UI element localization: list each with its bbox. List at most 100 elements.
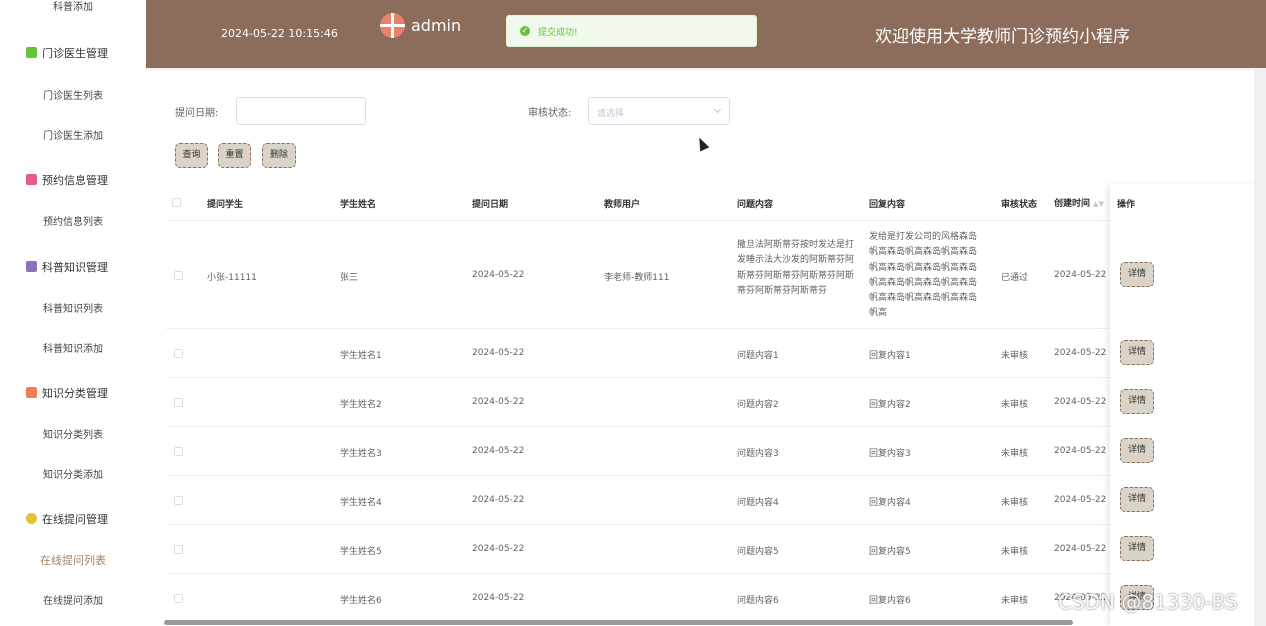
- cell-status: 未审核: [1001, 498, 1029, 508]
- col-header-teacher: 教师用户: [604, 200, 641, 210]
- col-header-operation: 操作: [1117, 200, 1136, 210]
- cell-reply: 回复内容1: [869, 351, 911, 361]
- cell-status: 未审核: [1001, 449, 1029, 459]
- row-checkbox[interactable]: [174, 271, 183, 280]
- date-filter-input[interactable]: [236, 97, 366, 125]
- cell-teacher: 李老师-教师111: [604, 273, 670, 283]
- cell-question: 问题内容5: [737, 547, 779, 557]
- chat-icon: [26, 47, 37, 58]
- sidebar-item-doctor-list[interactable]: 门诊医生列表: [0, 87, 146, 102]
- cell-date: 2024-05-22: [472, 544, 525, 554]
- sidebar-item-doctor-add[interactable]: 门诊医生添加: [0, 127, 146, 142]
- sidebar-item-science-list[interactable]: 科普知识列表: [0, 300, 146, 315]
- sidebar-group-label: 在线提问管理: [42, 513, 108, 526]
- status-filter-select[interactable]: 请选择: [588, 97, 730, 125]
- row-checkbox[interactable]: [174, 496, 183, 505]
- row-divider: [166, 328, 1110, 329]
- sidebar-item-question-add[interactable]: 在线提问添加: [0, 592, 146, 607]
- cell-student: 小张-11111: [207, 273, 257, 283]
- row-divider: [166, 573, 1110, 574]
- query-button[interactable]: 查询: [175, 143, 208, 168]
- cell-reply: 回复内容3: [869, 449, 911, 459]
- row-divider: [166, 475, 1110, 476]
- cell-created: 2024-05-22 1: [1054, 544, 1115, 554]
- sidebar-group-label: 门诊医生管理: [42, 47, 108, 60]
- cell-name: 学生姓名5: [340, 547, 382, 557]
- sidebar-group-science[interactable]: 科普知识管理: [0, 259, 146, 275]
- cell-date: 2024-05-22: [472, 270, 525, 280]
- cell-name: 张三: [340, 273, 359, 283]
- detail-button[interactable]: 详情: [1120, 389, 1154, 414]
- col-header-created[interactable]: 创建时间 ▲▼: [1054, 196, 1104, 209]
- detail-button[interactable]: 详情: [1120, 536, 1154, 561]
- success-toast: ✓ 提交成功!: [506, 15, 757, 47]
- sidebar-group-category[interactable]: 知识分类管理: [0, 385, 146, 401]
- sidebar-item-science-add[interactable]: 科普添加: [0, 0, 146, 13]
- store-icon: [26, 261, 37, 272]
- status-filter-label: 审核状态:: [528, 108, 572, 119]
- cell-status: 未审核: [1001, 351, 1029, 361]
- header-title: 欢迎使用大学教师门诊预约小程序: [875, 27, 1130, 47]
- cell-question: 问题内容6: [737, 596, 779, 606]
- select-all-checkbox[interactable]: [172, 198, 181, 207]
- sidebar-item-question-list[interactable]: 在线提问列表: [0, 552, 146, 568]
- date-filter-label: 提问日期:: [175, 108, 219, 119]
- col-header-name: 学生姓名: [340, 200, 377, 210]
- watermark: CSDN @81330-BS: [1058, 590, 1238, 614]
- sidebar-group-label: 科普知识管理: [42, 261, 108, 274]
- sort-icon[interactable]: ▲▼: [1093, 200, 1104, 208]
- cell-created: 2024-05-22 1: [1054, 495, 1115, 505]
- cell-name: 学生姓名3: [340, 449, 382, 459]
- cell-name: 学生姓名4: [340, 498, 382, 508]
- cell-question: 问题内容2: [737, 400, 779, 410]
- grid-icon: [26, 387, 37, 398]
- status-select-placeholder: 请选择: [597, 109, 625, 119]
- sidebar: 科普添加 门诊医生管理 门诊医生列表 门诊医生添加 预约信息管理 预约信息列表 …: [0, 0, 146, 626]
- cell-date: 2024-05-22: [472, 495, 525, 505]
- row-checkbox[interactable]: [174, 447, 183, 456]
- detail-button[interactable]: 详情: [1120, 438, 1154, 463]
- sidebar-group-question[interactable]: 在线提问管理: [0, 511, 146, 527]
- sidebar-item-science-add-2[interactable]: 科普知识添加: [0, 340, 146, 355]
- cell-reply: 回复内容2: [869, 400, 911, 410]
- top-header: 2024-05-22 10:15:46 admin ✓ 提交成功! 欢迎使用大学…: [146, 0, 1266, 68]
- col-header-student: 提问学生: [207, 200, 244, 210]
- hexagon-icon: [26, 513, 37, 524]
- cell-question: 问题内容4: [737, 498, 779, 508]
- horizontal-scrollbar[interactable]: [164, 620, 1073, 625]
- cell-status: 已通过: [1001, 273, 1029, 283]
- cell-name: 学生姓名6: [340, 596, 382, 606]
- cell-name: 学生姓名1: [340, 351, 382, 361]
- detail-button[interactable]: 详情: [1120, 262, 1154, 287]
- cell-question: 撒旦法阿斯蒂芬按时发达是打发睡示法大沙发的阿斯蒂芬阿斯蒂芬阿斯蒂芬阿斯蒂芬阿斯蒂…: [737, 240, 855, 296]
- detail-button[interactable]: 详情: [1120, 487, 1154, 512]
- cell-created: 2024-05-22 1: [1054, 348, 1115, 358]
- sidebar-item-appointment-list[interactable]: 预约信息列表: [0, 213, 146, 228]
- toast-message: 提交成功!: [538, 28, 578, 38]
- avatar[interactable]: [380, 13, 405, 38]
- row-divider: [166, 426, 1110, 427]
- row-checkbox[interactable]: [174, 545, 183, 554]
- cell-date: 2024-05-22: [472, 446, 525, 456]
- row-divider: [166, 524, 1110, 525]
- delete-button[interactable]: 删除: [262, 143, 296, 168]
- col-header-status: 审核状态: [1001, 200, 1038, 210]
- reset-button[interactable]: 重置: [218, 143, 251, 168]
- sidebar-item-category-list[interactable]: 知识分类列表: [0, 426, 146, 441]
- main-content: 提问日期: 审核状态: 请选择 查询 重置 删除 提问学生 学生姓名 提问日期 …: [146, 70, 1254, 626]
- header-username[interactable]: admin: [411, 16, 461, 35]
- sidebar-group-doctor[interactable]: 门诊医生管理: [0, 45, 146, 61]
- row-checkbox[interactable]: [174, 398, 183, 407]
- cell-date: 2024-05-22: [472, 593, 525, 603]
- detail-button[interactable]: 详情: [1120, 340, 1154, 365]
- row-checkbox[interactable]: [174, 594, 183, 603]
- row-checkbox[interactable]: [174, 349, 183, 358]
- cell-created: 2024-05-22 1: [1054, 397, 1115, 407]
- col-header-date: 提问日期: [472, 200, 509, 210]
- sidebar-group-label: 预约信息管理: [42, 174, 108, 187]
- sidebar-item-category-add[interactable]: 知识分类添加: [0, 466, 146, 481]
- cell-created: 2024-05-22 1: [1054, 270, 1115, 280]
- sidebar-group-appointment[interactable]: 预约信息管理: [0, 172, 146, 188]
- cell-reply: 发给是打发公司的风格森岛帆高森岛帆高森岛帆高森岛帆高森岛帆高森岛帆高森岛帆高森岛…: [869, 232, 978, 319]
- cell-reply: 回复内容6: [869, 596, 911, 606]
